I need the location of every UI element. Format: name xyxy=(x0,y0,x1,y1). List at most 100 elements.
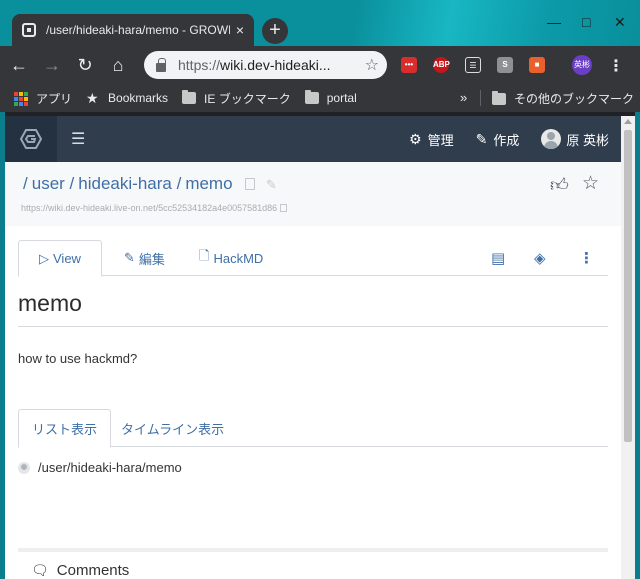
gear-icon: ⚙ xyxy=(409,130,422,147)
page-menu-icon[interactable]: ⋮ xyxy=(579,249,594,267)
breadcrumb-sep: / xyxy=(23,174,28,193)
comments-label: Comments xyxy=(56,562,130,579)
close-window-icon[interactable]: ✕ xyxy=(614,14,626,31)
breadcrumb-user[interactable]: user xyxy=(32,174,65,193)
tab-view[interactable]: ▷ View xyxy=(18,240,102,277)
comments-heading: 🗨︎ Comments xyxy=(31,562,129,579)
browser-toolbar: ← → ↻ ⌂ https://wiki.dev-hideaki... ☆ ••… xyxy=(0,46,640,84)
window-border-right xyxy=(635,112,640,579)
bookmark-star-icon[interactable]: ☆ xyxy=(365,55,379,75)
url-host: wiki.dev-hideaki... xyxy=(220,57,331,73)
tab-timeline-view[interactable]: タイムライン表示 xyxy=(121,409,224,447)
page-list-tabs: リスト表示 タイムライン表示 xyxy=(18,409,608,448)
breadcrumb-memo[interactable]: memo xyxy=(185,174,232,193)
admin-link[interactable]: ⚙ 管理 xyxy=(409,130,454,149)
admin-label: 管理 xyxy=(427,132,454,148)
edit-path-icon[interactable]: ✎ xyxy=(266,177,277,192)
page-scrollbar[interactable] xyxy=(621,116,635,579)
back-icon[interactable]: ← xyxy=(5,51,33,79)
scroll-up-icon[interactable] xyxy=(624,119,632,124)
tab-hackmd-label: HackMD xyxy=(213,250,264,266)
adblock-icon[interactable]: ABP xyxy=(433,57,450,73)
copy-permalink-icon[interactable] xyxy=(279,204,287,212)
chrome-menu-icon[interactable]: ⋮ xyxy=(608,56,624,76)
breadcrumb-sep: / xyxy=(69,174,75,193)
folder-icon xyxy=(182,90,197,104)
bookmark-other[interactable]: その他のブックマーク xyxy=(492,90,634,107)
bookmark-apps-label: アプリ xyxy=(36,91,73,106)
user-name: 原 英彬 xyxy=(566,132,609,148)
comment-icon: 🗨︎ xyxy=(31,562,49,578)
bookmark-bookmarks-label: Bookmarks xyxy=(108,91,169,105)
user-picture-icon xyxy=(18,461,30,474)
bookmark-page-star-icon[interactable]: ☆ xyxy=(582,172,599,195)
page-body: how to use hackmd? xyxy=(18,351,138,366)
list-item-path: /user/hideaki-hara/memo xyxy=(38,460,182,475)
comments-divider xyxy=(18,548,608,552)
tab-edit[interactable]: ✎ 編集 xyxy=(124,240,165,276)
permalink[interactable]: https://wiki.dev-hideaki.live-on.net/5cc… xyxy=(21,203,287,213)
bookmark-ie[interactable]: IE ブックマーク xyxy=(182,90,291,107)
layers-icon[interactable]: ◈ xyxy=(534,249,546,267)
thumbs-up-icon[interactable]: 👍︎ xyxy=(550,174,569,196)
list-item[interactable]: /user/hideaki-hara/memo xyxy=(18,460,182,475)
tab-close-icon[interactable]: × xyxy=(236,22,244,38)
folder-icon xyxy=(304,90,319,104)
page-title: memo xyxy=(18,290,82,316)
growi-favicon-icon xyxy=(22,23,36,37)
star-icon: ★ xyxy=(86,90,99,106)
breadcrumb-sep: / xyxy=(176,174,182,193)
permalink-text: https://wiki.dev-hideaki.live-on.net/5cc… xyxy=(21,203,278,213)
pencil-icon: ✎ xyxy=(475,130,488,147)
extension-icon-3[interactable]: ☰ xyxy=(465,57,481,73)
address-bar[interactable]: https://wiki.dev-hideaki... ☆ xyxy=(144,51,387,79)
tab-edit-label: 編集 xyxy=(138,251,165,267)
extension-icon-4[interactable]: S xyxy=(497,57,513,73)
create-label: 作成 xyxy=(493,132,520,148)
tab-timeline-label: タイムライン表示 xyxy=(121,421,225,437)
hamburger-menu-icon[interactable]: ☰ xyxy=(71,129,85,149)
office-icon[interactable]: ■ xyxy=(529,57,545,73)
scrollbar-thumb[interactable] xyxy=(624,130,632,442)
growi-logo[interactable] xyxy=(5,116,57,162)
url-scheme: https:// xyxy=(178,57,221,73)
tab-title: /user/hideaki-hara/memo - GROWI xyxy=(46,23,230,37)
user-menu[interactable]: 原 英彬 xyxy=(541,129,609,149)
tab-view-label: View xyxy=(53,251,81,266)
minimize-icon[interactable]: — xyxy=(547,14,561,30)
apps-grid-icon xyxy=(14,92,28,106)
reload-icon[interactable]: ↻ xyxy=(71,51,99,79)
page-viewport: ☰ ⚙ 管理 ✎ 作成 原 英彬 / user / hideaki-hara /… xyxy=(5,116,621,579)
presentation-icon[interactable]: ▤ xyxy=(491,249,505,267)
tab-list-view[interactable]: リスト表示 xyxy=(18,409,112,448)
play-icon: ▷ xyxy=(39,250,49,266)
bookmark-portal-label: portal xyxy=(326,91,357,105)
maximize-icon[interactable]: □ xyxy=(582,14,590,30)
profile-avatar[interactable]: 英彬 xyxy=(572,55,592,75)
browser-tab[interactable]: /user/hideaki-hara/memo - GROWI × xyxy=(12,14,254,46)
breadcrumb-owner[interactable]: hideaki-hara xyxy=(78,174,172,193)
copy-path-icon[interactable] xyxy=(245,178,256,190)
lock-icon xyxy=(156,57,166,72)
tab-list-label: リスト表示 xyxy=(32,422,98,437)
extension-icon-1[interactable]: ••• xyxy=(401,57,417,73)
growi-logo-icon xyxy=(20,129,42,149)
folder-icon xyxy=(492,90,506,105)
new-tab-button[interactable]: + xyxy=(262,18,288,44)
user-avatar xyxy=(541,129,562,149)
growi-navbar: ☰ ⚙ 管理 ✎ 作成 原 英彬 xyxy=(5,116,621,162)
bookmark-ie-label: IE ブックマーク xyxy=(204,91,291,106)
forward-icon[interactable]: → xyxy=(38,51,66,79)
tab-hackmd[interactable]: 🗋︎ HackMD xyxy=(199,240,263,276)
create-button[interactable]: ✎ 作成 xyxy=(476,130,520,149)
bookmark-bookmarks[interactable]: ★ Bookmarks xyxy=(86,91,168,105)
bookmark-apps[interactable]: アプリ xyxy=(14,90,72,107)
page-mode-tabs: ▷ View ✎ 編集 🗋︎ HackMD ▤ ◈ ⋮ xyxy=(18,240,608,277)
file-icon: 🗋︎ xyxy=(199,248,210,263)
bookmark-portal[interactable]: portal xyxy=(304,90,357,105)
title-divider xyxy=(18,326,608,327)
browser-window: /user/hideaki-hara/memo - GROWI × + — □ … xyxy=(0,0,640,579)
home-icon[interactable]: ⌂ xyxy=(104,51,132,79)
page-header: / user / hideaki-hara / memo ✎ https://wiki… xyxy=(5,162,621,226)
bookmarks-overflow-icon[interactable]: » xyxy=(460,90,467,105)
